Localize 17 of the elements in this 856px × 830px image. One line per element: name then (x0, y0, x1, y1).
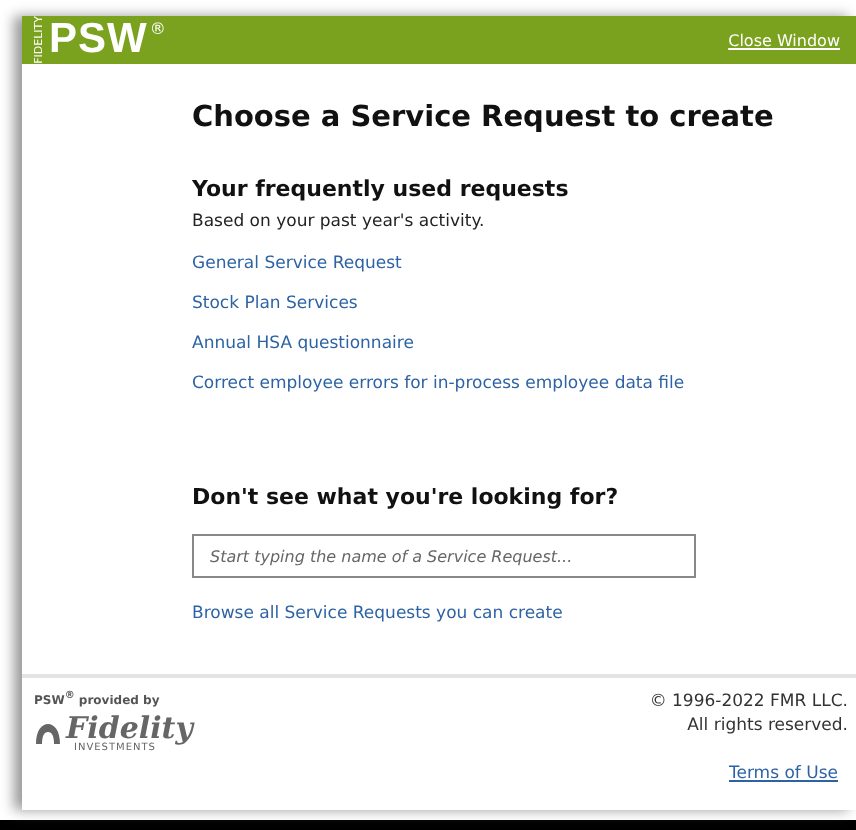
search-field[interactable]: Start typing the name of a Service Request... (192, 534, 696, 578)
rights-text: All rights reserved. (687, 714, 848, 738)
brand-logo: PSW (49, 16, 148, 64)
section-heading: Don't see what you're looking for? (192, 484, 621, 510)
logo-icon (34, 722, 62, 746)
section-heading: Your frequently used requests (192, 176, 571, 202)
terms-link[interactable]: Terms of Use (728, 764, 838, 784)
copyright-text: © 1996-2022 FMR LLC. (649, 690, 848, 714)
company-logo-text: Fidelity (66, 714, 193, 744)
browse-link[interactable]: Browse all Service Requests you can create (192, 604, 856, 624)
request-link[interactable]: General Service Request (192, 254, 856, 274)
registered-mark: ® (149, 20, 166, 38)
request-link[interactable]: Annual HSA questionnaire (192, 334, 856, 354)
page-title: Choose a Service Request to create (192, 102, 776, 134)
section-subtitle: Based on your past year's activity. (192, 212, 487, 232)
request-link[interactable]: Stock Plan Services (192, 294, 856, 314)
request-link[interactable]: Correct employee errors for in-process employee data file (192, 374, 856, 394)
